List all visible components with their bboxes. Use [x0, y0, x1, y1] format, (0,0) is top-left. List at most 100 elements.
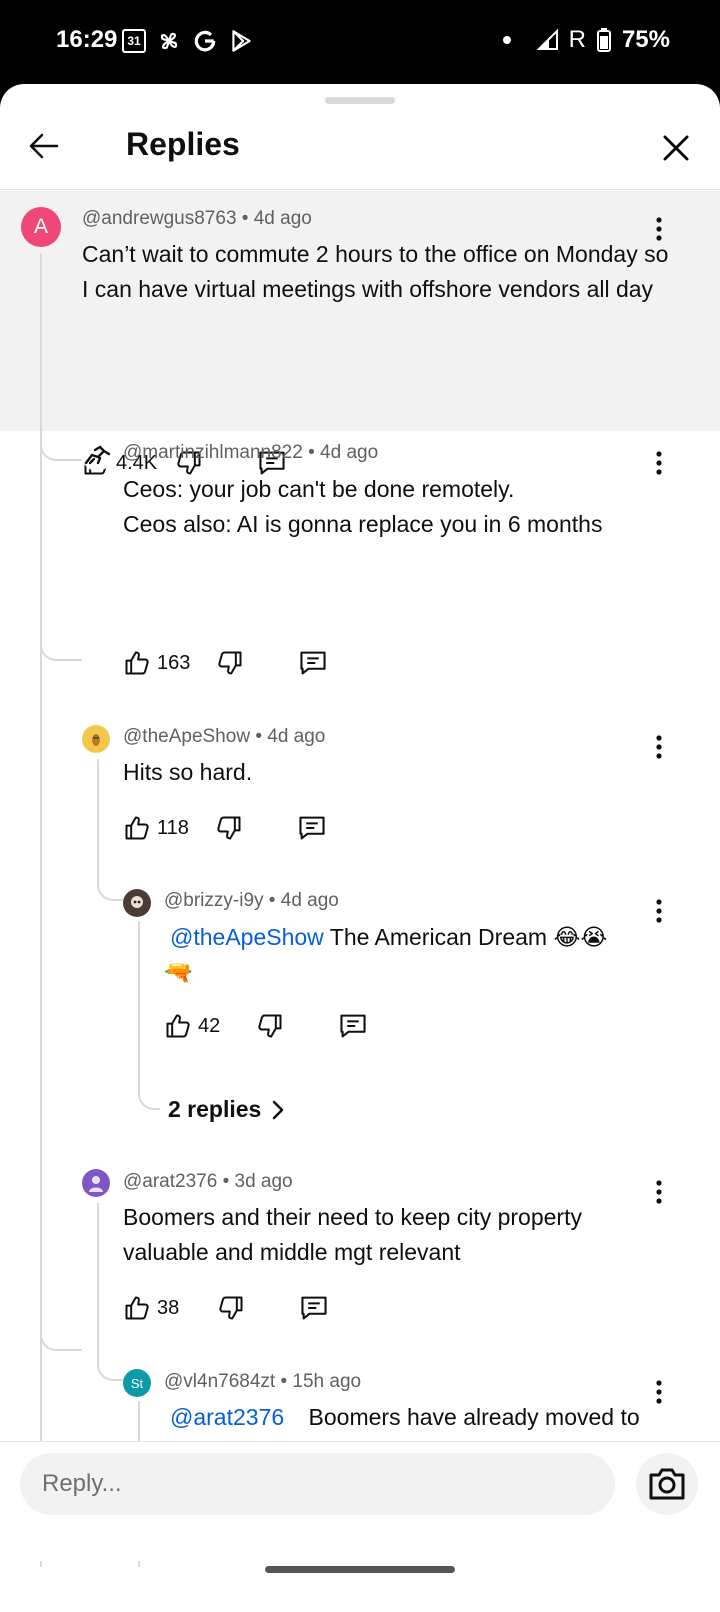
- dislike-button[interactable]: [216, 649, 244, 677]
- mention-link[interactable]: @arat2376: [170, 1404, 284, 1430]
- thread-curve: [40, 1051, 82, 1351]
- comment-age: 4d ago: [267, 726, 326, 747]
- comment-text-body: The American Dream 😂😭: [329, 924, 608, 950]
- comment-meta: @vl4n7684zt • 15h ago: [164, 1371, 362, 1392]
- system-icons: R 75%: [502, 26, 670, 54]
- comment-author[interactable]: @theApeShow: [123, 726, 250, 747]
- like-button[interactable]: 38: [123, 1294, 179, 1322]
- close-button[interactable]: [654, 126, 698, 170]
- thumb-down-icon: [258, 1014, 282, 1038]
- more-button[interactable]: [645, 1172, 673, 1212]
- comment-meta: @theApeShow • 4d ago: [123, 726, 326, 747]
- like-count: 38: [157, 1296, 180, 1319]
- signal-icon: [536, 29, 558, 50]
- comment-meta: @andrewgus8763 • 4d ago: [82, 208, 312, 229]
- more-vert-icon: [656, 735, 662, 759]
- comment-text: Hits so hard.: [123, 759, 253, 785]
- page-title: Replies: [126, 126, 240, 162]
- thread-curve: [97, 1331, 123, 1381]
- thumb-down-icon: [218, 651, 242, 675]
- dislike-button[interactable]: [217, 1294, 245, 1322]
- replies-header: Replies: [0, 106, 720, 190]
- more-vert-icon: [656, 217, 662, 241]
- more-vert-icon: [656, 1380, 662, 1404]
- play-store-icon: [232, 30, 251, 52]
- calendar-icon: 31: [122, 29, 146, 53]
- comment-author[interactable]: @martinzihlmann822: [123, 442, 303, 463]
- avatar[interactable]: St: [123, 1369, 151, 1397]
- thumb-up-icon: [125, 651, 149, 675]
- chevron-right-icon: [273, 1100, 284, 1119]
- thread-curve: [97, 851, 123, 901]
- more-button[interactable]: [645, 1372, 673, 1412]
- more-replies-label: 2 replies: [168, 1096, 262, 1122]
- comment-reply-icon: [301, 1296, 327, 1320]
- camera-icon: [649, 1468, 685, 1500]
- more-button[interactable]: [645, 727, 673, 767]
- replies-list[interactable]: A @andrewgus8763 • 4d ago Can’t wait to …: [0, 191, 720, 1567]
- status-time: 16:29: [56, 26, 118, 53]
- more-replies-button[interactable]: 2 replies: [168, 1096, 285, 1123]
- comment-actions: 118: [123, 808, 327, 848]
- more-button[interactable]: [645, 891, 673, 931]
- reply-input[interactable]: [20, 1453, 615, 1515]
- reply-bar: [0, 1441, 720, 1561]
- avatar[interactable]: A: [21, 207, 61, 247]
- person-icon: [89, 1176, 103, 1192]
- network-label: R: [568, 26, 586, 53]
- comment-text-line: Ceos: your job can't be done remotely.: [123, 476, 515, 502]
- dislike-button[interactable]: [215, 814, 243, 842]
- comment-author[interactable]: @vl4n7684zt: [164, 1371, 275, 1392]
- notification-icons: 31: [122, 28, 254, 54]
- like-button[interactable]: 118: [123, 814, 189, 842]
- thread-curve: [138, 1076, 160, 1110]
- home-indicator[interactable]: [265, 1566, 455, 1573]
- comment-text-line: 🔫: [164, 959, 193, 985]
- back-arrow-icon: [29, 133, 59, 159]
- drag-handle[interactable]: [325, 97, 395, 104]
- reply-button[interactable]: [298, 649, 328, 677]
- thumb-up-icon: [125, 1296, 149, 1320]
- avatar[interactable]: [123, 889, 151, 917]
- comment-meta: @arat2376 • 3d ago: [123, 1171, 293, 1192]
- more-vert-icon: [656, 1180, 662, 1204]
- mention-link[interactable]: @theApeShow: [170, 924, 324, 950]
- more-button[interactable]: [645, 443, 673, 483]
- comment-reply-icon: [299, 816, 325, 840]
- avatar[interactable]: [82, 1169, 110, 1197]
- comment-reply-icon: [340, 1014, 366, 1038]
- like-count: 163: [157, 651, 191, 674]
- comment-text-line: Ceos also: AI is gonna replace you in 6 …: [123, 511, 603, 537]
- back-button[interactable]: [22, 124, 66, 168]
- camera-button[interactable]: [636, 1453, 698, 1515]
- like-button[interactable]: 42: [164, 1012, 220, 1040]
- reply-button[interactable]: [297, 814, 327, 842]
- pinwheel-icon: [160, 32, 178, 50]
- avatar[interactable]: [82, 725, 110, 753]
- comment-age: 4d ago: [320, 442, 379, 463]
- comment-actions: 42: [164, 1006, 368, 1046]
- comment-text: Boomers and their need to keep city prop…: [123, 1204, 582, 1265]
- comment-author[interactable]: @andrewgus8763: [82, 208, 237, 229]
- reply-button[interactable]: [338, 1012, 368, 1040]
- thumb-up-icon: [166, 1014, 190, 1038]
- like-button[interactable]: 163: [123, 649, 190, 677]
- avatar[interactable]: [82, 441, 112, 471]
- comment-age: 15h ago: [292, 1371, 362, 1392]
- comment-text: Can’t wait to commute 2 hours to the off…: [82, 241, 669, 302]
- comment-age: 4d ago: [280, 890, 339, 911]
- like-count: 118: [157, 816, 189, 839]
- comment-meta: @martinzihlmann822 • 4d ago: [123, 442, 379, 463]
- comment-author[interactable]: @arat2376: [123, 1171, 217, 1192]
- comment-author[interactable]: @brizzy-i9y: [164, 890, 264, 911]
- thumb-down-icon: [217, 816, 241, 840]
- avatar-letter: A: [33, 215, 48, 238]
- reply-button[interactable]: [299, 1294, 329, 1322]
- status-bar: 16:29 31 R 75%: [0, 0, 720, 84]
- more-button[interactable]: [645, 209, 673, 249]
- dislike-button[interactable]: [256, 1012, 284, 1040]
- more-vert-icon: [656, 451, 662, 475]
- comment-reply-icon: [300, 651, 326, 675]
- skull-icon: [131, 896, 143, 908]
- comment-text: @theApeShow The American Dream 😂😭: [164, 920, 644, 955]
